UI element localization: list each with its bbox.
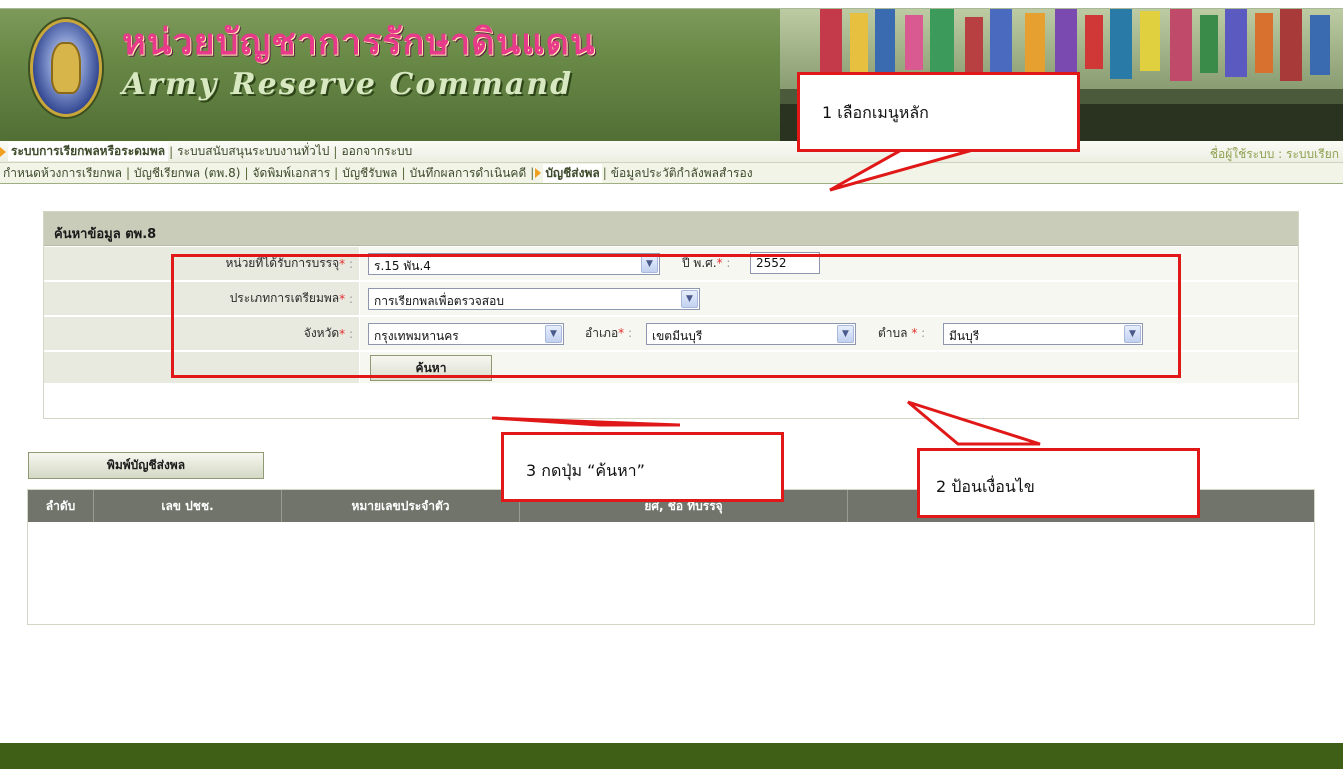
annotation-step3: 3 กดปุ่ม “ค้นหา”: [501, 432, 784, 502]
active-marker-icon: [0, 146, 6, 157]
conditions-highlight-frame: [171, 254, 1181, 378]
secondary-menu-bar: กำหนดห้วงการเรียกพล | บัญชีเรียกพล (ตพ.8…: [0, 163, 1343, 184]
menu-call-period[interactable]: กำหนดห้วงการเรียกพล: [0, 164, 125, 183]
col-personal-number[interactable]: หมายเลขประจำตัว: [282, 490, 520, 522]
site-title-thai: หน่วยบัญชาการรักษาดินแดน: [122, 21, 596, 63]
menu-general-support-system[interactable]: ระบบสนับสนุนระบบงานทั่วไป: [174, 142, 332, 161]
print-send-list-button[interactable]: พิมพ์บัญชีส่งพล: [28, 452, 264, 479]
menu-send-list[interactable]: บัญชีส่งพล: [543, 163, 602, 183]
army-seal-logo: [30, 19, 102, 117]
primary-menu-bar: ระบบการเรียกพลหรือระดมพล | ระบบสนับสนุนร…: [0, 141, 1343, 163]
current-user-label: ชื่อผู้ใช้ระบบ : ระบบเรียก: [1209, 147, 1339, 161]
annotation-step1: 1 เลือกเมนูหลัก: [797, 72, 1080, 152]
col-citizen-id[interactable]: เลข ปชช.: [94, 490, 282, 522]
page-footer: [0, 743, 1343, 769]
menu-receive-list[interactable]: บัญชีรับพล: [339, 164, 400, 183]
menu-reserve-history[interactable]: ข้อมูลประวัติกำลังพลสำรอง: [608, 164, 756, 183]
menu-logout[interactable]: ออกจากระบบ: [338, 142, 415, 161]
annotation-step2: 2 ป้อนเงื่อนไข: [917, 448, 1200, 518]
site-title-english: Army Reserve Command: [122, 67, 574, 102]
header-banner: หน่วยบัญชาการรักษาดินแดน Army Reserve Co…: [0, 8, 1343, 141]
search-panel-heading: ค้นหาข้อมูล ตพ.8: [44, 212, 1298, 246]
active-marker-icon: [535, 168, 542, 178]
menu-print-documents[interactable]: จัดพิมพ์เอกสาร: [250, 164, 334, 183]
menu-call-list[interactable]: บัญชีเรียกพล (ตพ.8): [131, 164, 243, 183]
col-order[interactable]: ลำดับ: [28, 490, 94, 522]
menu-case-results[interactable]: บันทึกผลการดำเนินคดี: [407, 164, 530, 183]
menu-mobilization-system[interactable]: ระบบการเรียกพลหรือระดมพล: [8, 142, 169, 161]
